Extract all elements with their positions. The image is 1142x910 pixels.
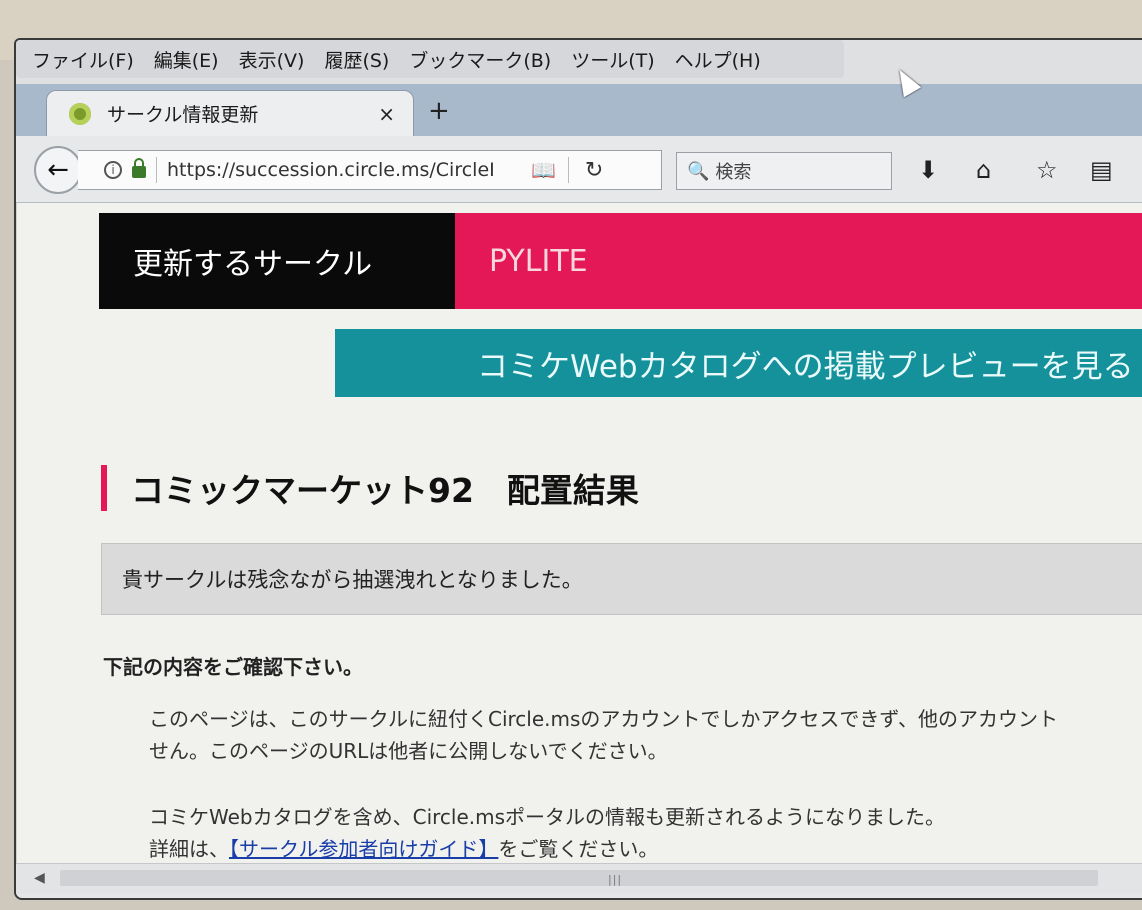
url-text[interactable]: https://succession.circle.ms/CircleI — [167, 159, 519, 181]
menu-tools[interactable]: ツール(T) — [571, 46, 654, 73]
arrow-left-icon: ← — [47, 155, 69, 185]
home-icon[interactable]: ⌂ — [976, 156, 991, 184]
info-icon[interactable]: i — [104, 161, 122, 179]
result-message: 貴サークルは残念ながら抽選洩れとなりました。 — [101, 543, 1142, 615]
notice-title: 下記の内容をご確認下さい。 — [103, 655, 363, 679]
scroll-left-icon[interactable]: ◀ — [34, 870, 45, 886]
site-favicon-icon — [69, 102, 91, 125]
navigation-bar: ← i https://succession.circle.ms/CircleI… — [16, 136, 1142, 203]
circle-label: 更新するサークル — [99, 213, 455, 309]
search-input[interactable]: 🔍 検索 — [676, 152, 892, 190]
url-divider — [156, 157, 157, 183]
close-tab-icon[interactable]: × — [378, 102, 395, 126]
circle-bar: 更新するサークル PYLITE — [99, 213, 1142, 309]
url-bar[interactable]: i https://succession.circle.ms/CircleI 📖… — [78, 150, 662, 190]
new-tab-button[interactable]: + — [428, 96, 450, 126]
catalog-preview-button[interactable]: コミケWebカタログへの掲載プレビューを見る — [335, 329, 1142, 397]
back-button[interactable]: ← — [34, 146, 82, 194]
scroll-grip-icon: ||| — [608, 873, 623, 886]
notice-para2-line1: コミケWebカタログを含め、Circle.msポータルの情報も更新されるようにな… — [149, 805, 946, 829]
menu-bookmarks[interactable]: ブックマーク(B) — [409, 46, 551, 73]
library-icon[interactable]: ▤ — [1090, 156, 1113, 184]
menu-history[interactable]: 履歴(S) — [324, 46, 389, 73]
menu-help[interactable]: ヘルプ(H) — [675, 46, 761, 73]
browser-window: ファイル(F) 編集(E) 表示(V) 履歴(S) ブックマーク(B) ツール(… — [14, 38, 1142, 900]
lock-icon — [132, 158, 146, 178]
notice-para1-line2: せん。このページのURLは他者に公開しないでください。 — [149, 739, 668, 763]
bookmark-star-icon[interactable]: ☆ — [1036, 156, 1058, 184]
menu-view[interactable]: 表示(V) — [239, 46, 305, 73]
guide-prefix: 詳細は、 — [149, 837, 229, 861]
notice-para2-line2: 詳細は、【サークル参加者向けガイド】をご覧ください。 — [149, 833, 658, 862]
menu-edit[interactable]: 編集(E) — [154, 46, 219, 73]
horizontal-scrollbar[interactable]: ◀ ||| — [16, 863, 1142, 894]
participant-guide-link[interactable]: 【サークル参加者向けガイド】 — [229, 837, 498, 861]
heading-accent — [101, 465, 107, 511]
section-heading: コミックマーケット92 配置結果 — [101, 465, 639, 511]
search-placeholder: 検索 — [715, 162, 752, 183]
url-divider-2 — [567, 157, 569, 183]
menu-bar: ファイル(F) 編集(E) 表示(V) 履歴(S) ブックマーク(B) ツール(… — [16, 40, 1142, 84]
tab-bar: サークル情報更新 × + — [16, 84, 1142, 136]
menu-file[interactable]: ファイル(F) — [32, 46, 134, 73]
search-icon: 🔍 — [687, 160, 710, 182]
scroll-thumb[interactable]: ||| — [60, 870, 1098, 886]
page-title: コミックマーケット92 配置結果 — [131, 471, 639, 510]
reader-view-icon[interactable]: 📖 — [531, 158, 556, 182]
tab-title: サークル情報更新 — [107, 104, 259, 126]
reload-icon[interactable]: ↻ — [585, 158, 603, 183]
tab-active[interactable]: サークル情報更新 × — [46, 90, 414, 136]
notice-para1-line1: このページは、このサークルに紐付くCircle.msのアカウントでしかアクセスで… — [149, 707, 1059, 731]
download-icon[interactable]: ⬇ — [918, 156, 938, 184]
page-content: 更新するサークル PYLITE コミケWebカタログへの掲載プレビューを見る コ… — [16, 203, 1142, 863]
circle-name: PYLITE — [455, 213, 1142, 309]
guide-suffix: をご覧ください。 — [498, 837, 659, 861]
